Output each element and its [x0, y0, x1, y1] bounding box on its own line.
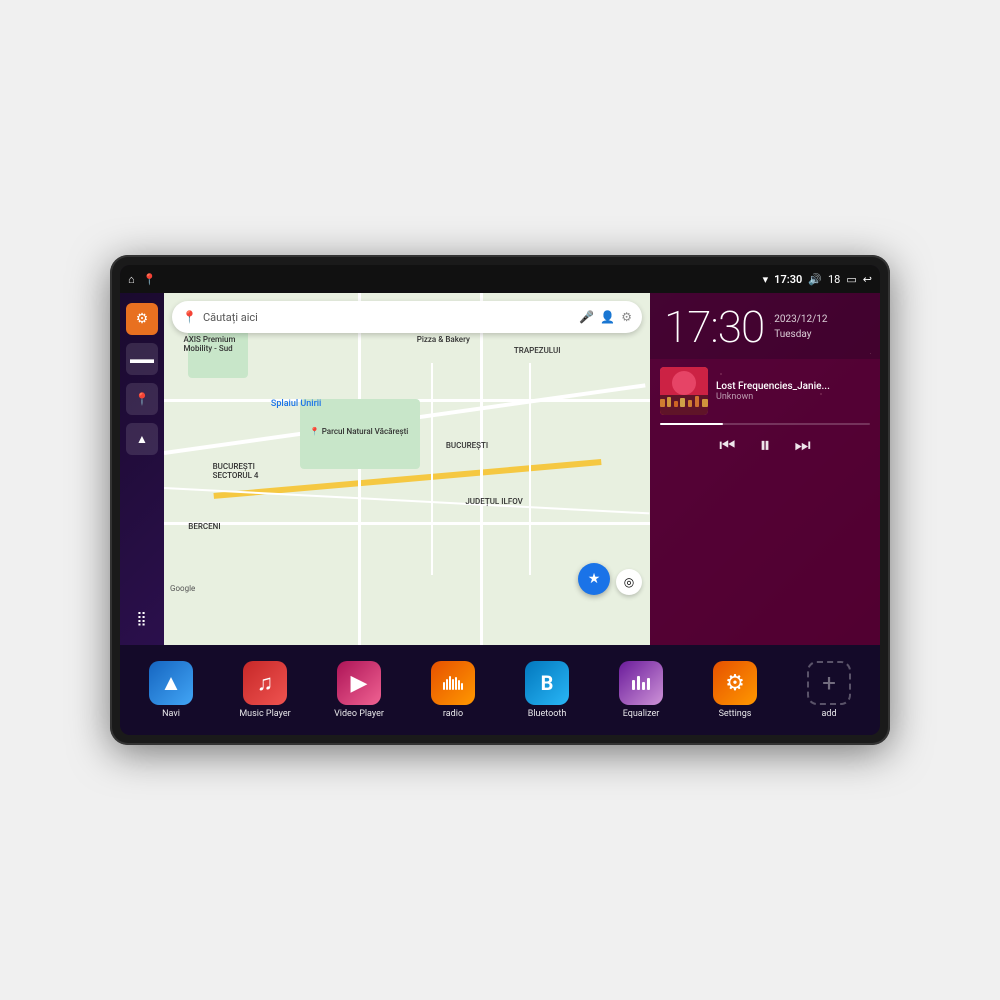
car-display: ⌂ 📍 ▾ 17:30 🔊 18 ▭ ↩	[110, 255, 890, 745]
google-watermark: Google	[170, 584, 195, 593]
radio-wave-icon	[442, 672, 464, 694]
settings-icon: ⚙	[136, 311, 149, 327]
sidebar-settings-button[interactable]: ⚙	[126, 303, 158, 335]
map-area: AXIS PremiumMobility - Sud 📍 Parcul Natu…	[164, 293, 650, 645]
music-artist: Unknown	[716, 392, 870, 402]
video-player-label: Video Player	[334, 709, 384, 719]
navi-icon-char: ▲	[160, 670, 182, 696]
sidebar-apps-button[interactable]: ⣿	[126, 603, 158, 635]
music-player-icon: ♫	[243, 661, 287, 705]
map-label-sect: BUCUREȘTISECTORUL 4	[213, 462, 259, 480]
settings-icon-char: ⚙	[725, 671, 745, 696]
home-icon[interactable]: ⌂	[128, 273, 135, 286]
music-player-label: Music Player	[239, 709, 290, 719]
clock-date: 2023/12/12	[774, 312, 827, 327]
add-icon: +	[807, 661, 851, 705]
map-label-buc: BUCUREȘTI	[446, 441, 488, 450]
app-radio[interactable]: radio	[423, 661, 483, 719]
volume-icon: 🔊	[808, 273, 822, 286]
battery-level: 18	[828, 273, 840, 286]
app-equalizer[interactable]: Equalizer	[611, 661, 671, 719]
music-progress-track[interactable]	[660, 423, 870, 425]
files-icon: ▬▬	[130, 352, 154, 366]
bluetooth-label: Bluetooth	[528, 709, 567, 719]
map-label-parc: 📍 Parcul Natural Văcărești	[310, 427, 409, 436]
app-settings[interactable]: ⚙ Settings	[705, 661, 765, 719]
star-icon: ★	[588, 571, 601, 587]
battery-icon: ▭	[846, 273, 856, 286]
maps-status-icon[interactable]: 📍	[143, 273, 157, 286]
music-title: Lost Frequencies_Janie...	[716, 381, 870, 392]
prev-button[interactable]: ⏮	[719, 435, 735, 456]
music-details: Lost Frequencies_Janie... Unknown	[716, 381, 870, 402]
settings-app-icon: ⚙	[713, 661, 757, 705]
settings-label: Settings	[719, 709, 752, 719]
video-icon-char: ▶	[351, 671, 368, 696]
music-icon-char: ♫	[257, 670, 274, 696]
video-player-icon: ▶	[337, 661, 381, 705]
music-progress-fill	[660, 423, 723, 425]
right-panel: 17:30 2023/12/12 Tuesday	[650, 293, 880, 645]
status-bar-left: ⌂ 📍	[128, 273, 156, 286]
status-bar-right: ▾ 17:30 🔊 18 ▭ ↩	[763, 273, 872, 286]
app-add[interactable]: + add	[799, 661, 859, 719]
app-music-player[interactable]: ♫ Music Player	[235, 661, 295, 719]
status-time: 17:30	[774, 273, 802, 286]
bluetooth-icon: B	[525, 661, 569, 705]
map-label-axis: AXIS PremiumMobility - Sud	[183, 335, 235, 353]
bluetooth-icon-char: B	[541, 671, 554, 695]
main-area: ⚙ ▬▬ 📍 ▲ ⣿	[120, 293, 880, 645]
location-icon: ◎	[624, 575, 634, 589]
map-pin-icon: 📍	[135, 392, 150, 406]
add-label: add	[821, 709, 836, 719]
album-art	[660, 367, 708, 415]
map-container[interactable]: AXIS PremiumMobility - Sud 📍 Parcul Natu…	[164, 293, 650, 645]
music-widget: Lost Frequencies_Janie... Unknown ⏮ ⏸ ⏭	[650, 359, 880, 645]
clock-widget: 17:30 2023/12/12 Tuesday	[650, 293, 880, 359]
directions-fab[interactable]: ★	[578, 563, 610, 595]
sidebar: ⚙ ▬▬ 📍 ▲ ⣿	[120, 293, 164, 645]
map-label-trap: TRAPEZULUI	[514, 346, 561, 355]
map-label-berceni: BERCENI	[188, 522, 220, 531]
clock-time: 17:30	[664, 305, 764, 349]
pause-button[interactable]: ⏸	[759, 433, 770, 458]
equalizer-icon	[619, 661, 663, 705]
music-info: Lost Frequencies_Janie... Unknown	[660, 367, 870, 415]
nav-arrow-icon: ▲	[136, 432, 148, 446]
app-grid: ▲ Navi ♫ Music Player ▶ Video Player	[120, 645, 880, 735]
screen: ⌂ 📍 ▾ 17:30 🔊 18 ▭ ↩	[120, 265, 880, 735]
sidebar-nav-button[interactable]: ▲	[126, 423, 158, 455]
back-icon[interactable]: ↩	[863, 273, 872, 286]
wifi-icon: ▾	[763, 273, 769, 286]
music-controls: ⏮ ⏸ ⏭	[660, 433, 870, 458]
map-label-splaiul: Splaiul Unirii	[271, 399, 321, 409]
map-search-bar[interactable]: 📍 Căutați aici 🎤 👤 ⚙	[172, 301, 642, 333]
location-button[interactable]: ◎	[616, 569, 642, 595]
equalizer-bars-icon	[630, 672, 652, 694]
clock-day: Tuesday	[774, 327, 827, 342]
google-maps-icon: 📍	[182, 310, 197, 324]
sidebar-files-button[interactable]: ▬▬	[126, 343, 158, 375]
album-art-svg	[660, 367, 708, 415]
search-text: Căutați aici	[203, 311, 573, 324]
clock-date-area: 2023/12/12 Tuesday	[774, 312, 827, 342]
account-icon[interactable]: 👤	[600, 310, 615, 324]
navi-icon: ▲	[149, 661, 193, 705]
navi-label: Navi	[162, 709, 180, 719]
radio-label: radio	[443, 709, 463, 719]
map-label-pizza: Pizza & Bakery	[417, 335, 470, 344]
grid-icon: ⣿	[136, 612, 147, 626]
add-icon-char: +	[822, 669, 836, 697]
map-label-jud: JUDEȚUL ILFOV	[465, 497, 523, 506]
next-button[interactable]: ⏭	[795, 435, 811, 456]
radio-icon	[431, 661, 475, 705]
app-video-player[interactable]: ▶ Video Player	[329, 661, 389, 719]
sidebar-maps-button[interactable]: 📍	[126, 383, 158, 415]
app-navi[interactable]: ▲ Navi	[141, 661, 201, 719]
mic-icon[interactable]: 🎤	[579, 310, 594, 324]
status-bar: ⌂ 📍 ▾ 17:30 🔊 18 ▭ ↩	[120, 265, 880, 293]
equalizer-label: Equalizer	[623, 709, 660, 719]
app-bluetooth[interactable]: B Bluetooth	[517, 661, 577, 719]
layers-icon[interactable]: ⚙	[621, 310, 632, 324]
